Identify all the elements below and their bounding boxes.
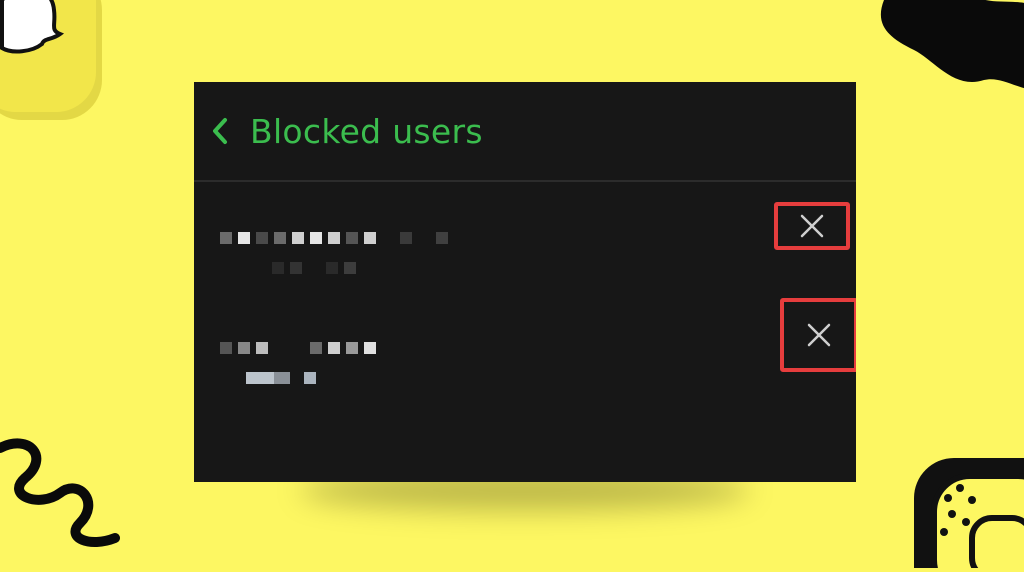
unblock-button[interactable] (780, 298, 856, 372)
blocked-user-row (194, 290, 856, 398)
close-icon (807, 323, 831, 347)
snapcode-decoration (914, 458, 1024, 572)
blocked-user-row (194, 182, 856, 290)
close-icon (800, 214, 824, 238)
username (246, 372, 316, 384)
snapchat-ghost-decoration (0, 0, 102, 120)
username (272, 262, 356, 274)
blocked-users-panel: Blocked users (194, 82, 856, 482)
chevron-left-icon[interactable] (208, 117, 232, 145)
black-blob-decoration (880, 0, 1024, 89)
page-title: Blocked users (250, 111, 483, 151)
unblock-button[interactable] (774, 202, 850, 250)
header-bar: Blocked users (194, 82, 856, 182)
squiggle-decoration (0, 438, 120, 547)
display-name (220, 232, 448, 244)
display-name (220, 342, 376, 354)
